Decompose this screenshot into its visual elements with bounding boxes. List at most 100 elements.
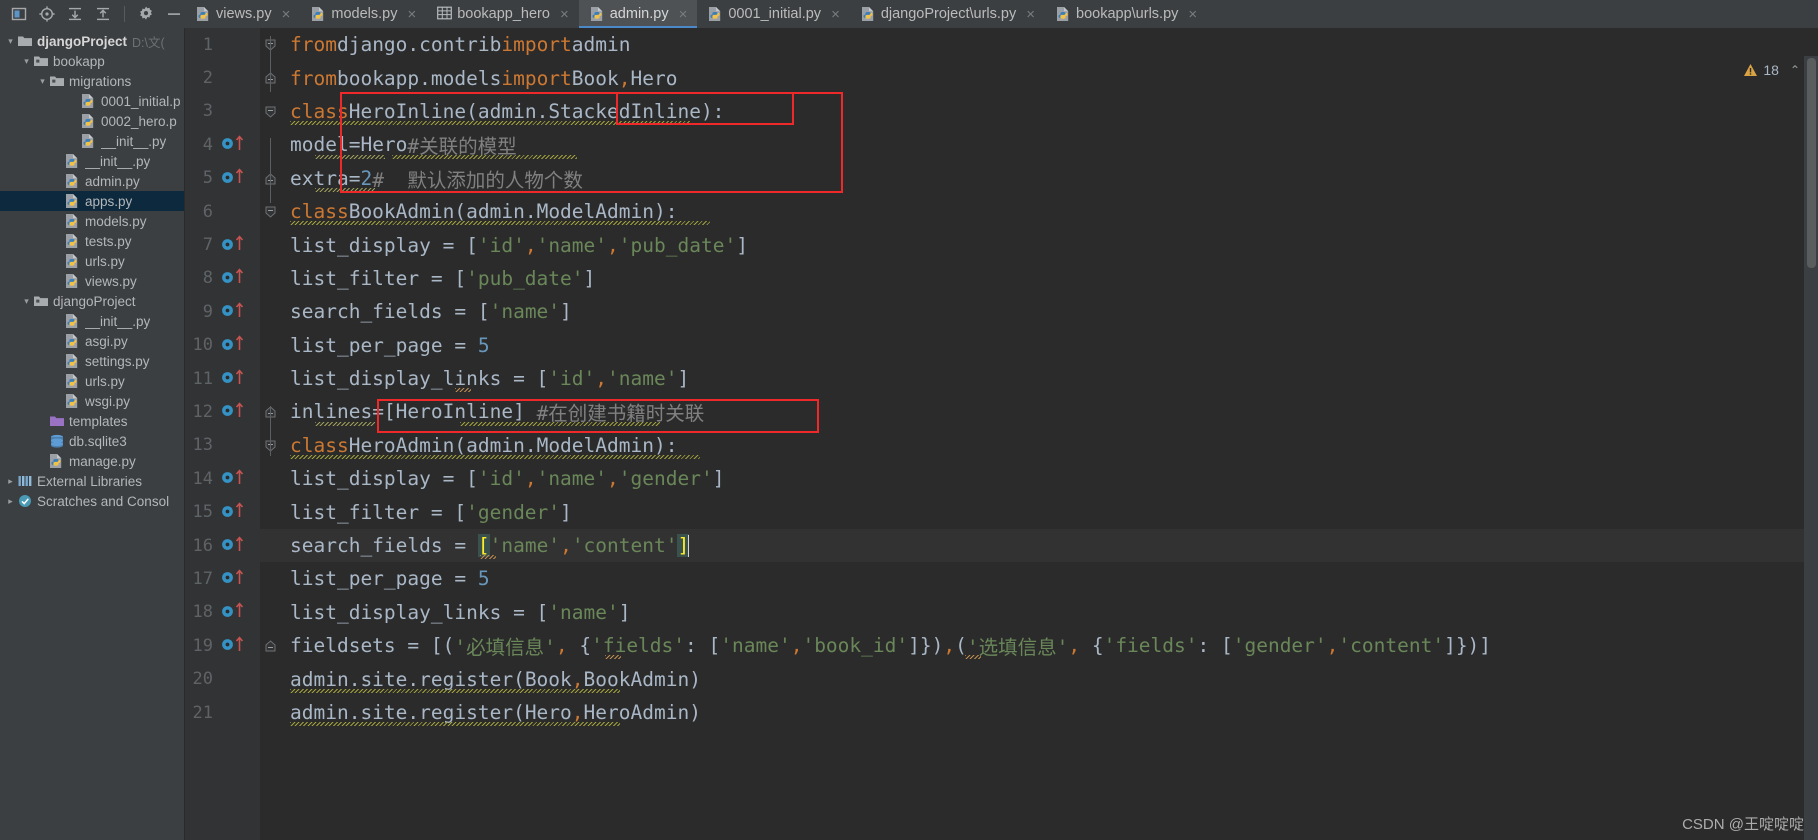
gutter-markers[interactable] — [219, 469, 245, 489]
run-gutter-icon[interactable] — [221, 336, 234, 355]
tree-item-djangoproject[interactable]: ▾ djangoProject — [0, 291, 184, 311]
expand-all-icon[interactable] — [66, 5, 84, 23]
gutter-line-9[interactable]: 9 — [185, 295, 260, 328]
tree-item-wsgi-py[interactable]: wsgi.py — [0, 391, 184, 411]
tree-item-__init__-py[interactable]: __init__.py — [0, 151, 184, 171]
tree-item-models-py[interactable]: models.py — [0, 211, 184, 231]
fold-collapse-icon[interactable] — [265, 206, 276, 218]
inspection-warning-indicator[interactable]: 18 ⌃ — [1743, 62, 1800, 78]
run-gutter-icon[interactable] — [221, 236, 234, 255]
run-gutter-icon[interactable] — [221, 402, 234, 421]
run-gutter-icon[interactable] — [221, 135, 234, 154]
code-line-17[interactable]: list_per_page = 5 — [260, 562, 1818, 595]
gutter-markers[interactable] — [219, 636, 245, 656]
tree-item-apps-py[interactable]: apps.py — [0, 191, 184, 211]
tree-item-tests-py[interactable]: tests.py — [0, 231, 184, 251]
gutter-line-5[interactable]: 5 — [185, 162, 260, 195]
code-line-4[interactable]: model = Hero #关联的模型 — [260, 128, 1818, 161]
code-line-8[interactable]: list_filter = ['pub_date'] — [260, 262, 1818, 295]
run-gutter-icon[interactable] — [221, 169, 234, 188]
override-arrow-icon[interactable] — [235, 168, 244, 188]
override-arrow-icon[interactable] — [235, 402, 244, 422]
gear-icon[interactable] — [137, 5, 155, 23]
gutter-line-19[interactable]: 19 — [185, 629, 260, 662]
gutter-line-14[interactable]: 14 — [185, 462, 260, 495]
editor-tab-0001_initial-py[interactable]: 0001_initial.py × — [697, 0, 849, 28]
gutter-line-12[interactable]: 12 — [185, 395, 260, 428]
gutter-markers[interactable] — [219, 235, 245, 255]
run-gutter-icon[interactable] — [221, 569, 234, 588]
override-arrow-icon[interactable] — [235, 268, 244, 288]
override-arrow-icon[interactable] — [235, 469, 244, 489]
project-tree[interactable]: ▾ djangoProject D:\文(▾ bookapp ▾ migrations 00… — [0, 28, 185, 840]
run-gutter-icon[interactable] — [221, 503, 234, 522]
gutter-line-13[interactable]: 13 — [185, 429, 260, 462]
chevron-right-icon[interactable]: ▸ — [4, 476, 17, 487]
tree-item-admin-py[interactable]: admin.py — [0, 171, 184, 191]
close-icon[interactable]: × — [831, 7, 840, 22]
editor-tab-djangoproject-urls-py[interactable]: djangoProject\urls.py × — [850, 0, 1045, 28]
gutter-line-7[interactable]: 7 — [185, 228, 260, 261]
code-line-21[interactable]: admin.site.register(Hero, HeroAdmin) — [260, 696, 1818, 729]
code-line-12[interactable]: inlines =[HeroInline] #在创建书籍时关联 — [260, 395, 1818, 428]
chevron-down-icon[interactable]: ▾ — [36, 76, 49, 87]
close-icon[interactable]: × — [407, 7, 416, 22]
gutter-line-20[interactable]: 20 — [185, 662, 260, 695]
run-gutter-icon[interactable] — [221, 603, 234, 622]
run-gutter-icon[interactable] — [221, 636, 234, 655]
gutter-line-18[interactable]: 18 — [185, 596, 260, 629]
tree-item-__init__-py[interactable]: __init__.py — [0, 311, 184, 331]
chevron-down-icon[interactable]: ▾ — [20, 56, 33, 67]
code-line-11[interactable]: list_display_links = ['id','name'] — [260, 362, 1818, 395]
gutter-markers[interactable] — [219, 335, 245, 355]
override-arrow-icon[interactable] — [235, 302, 244, 322]
override-arrow-icon[interactable] — [235, 235, 244, 255]
override-arrow-icon[interactable] — [235, 335, 244, 355]
run-gutter-icon[interactable] — [221, 269, 234, 288]
override-arrow-icon[interactable] — [235, 135, 244, 155]
tree-item-djangoproject[interactable]: ▾ djangoProject D:\文( — [0, 31, 184, 51]
tree-item-__init__-py[interactable]: __init__.py — [0, 131, 184, 151]
chevron-up-icon[interactable]: ⌃ — [1790, 63, 1800, 77]
minimize-icon[interactable] — [165, 5, 183, 23]
code-line-15[interactable]: list_filter = ['gender'] — [260, 495, 1818, 528]
gutter-markers[interactable] — [219, 168, 245, 188]
tree-item-scratches-and-consol[interactable]: ▸ Scratches and Consol — [0, 491, 184, 511]
gutter-line-16[interactable]: 16 — [185, 529, 260, 562]
code-line-13[interactable]: class HeroAdmin(admin. ModelAdmin): — [260, 429, 1818, 462]
override-arrow-icon[interactable] — [235, 535, 244, 556]
chevron-down-icon[interactable]: ▾ — [20, 296, 33, 307]
gutter-markers[interactable] — [219, 302, 245, 322]
gutter-line-2[interactable]: 2 — [185, 61, 260, 94]
gutter-markers[interactable] — [219, 402, 245, 422]
editor-tab-models-py[interactable]: models.py × — [300, 0, 426, 28]
override-arrow-icon[interactable] — [235, 602, 244, 622]
close-icon[interactable]: × — [282, 7, 291, 22]
tree-item-0002_hero-p[interactable]: 0002_hero.p — [0, 111, 184, 131]
code-line-6[interactable]: class BookAdmin(admin. ModelAdmin): — [260, 195, 1818, 228]
gutter-line-17[interactable]: 17 — [185, 562, 260, 595]
close-icon[interactable]: × — [560, 7, 569, 22]
code-line-14[interactable]: list_display = ['id', 'name', 'gender'] — [260, 462, 1818, 495]
close-icon[interactable]: × — [1188, 7, 1197, 22]
chevron-down-icon[interactable]: ▾ — [4, 36, 17, 47]
tree-item-templates[interactable]: templates — [0, 411, 184, 431]
gutter-line-6[interactable]: 6 — [185, 195, 260, 228]
gutter-markers[interactable] — [219, 535, 245, 556]
gutter-line-21[interactable]: 21 — [185, 696, 260, 729]
scrollbar-thumb[interactable] — [1807, 58, 1816, 268]
tree-item-urls-py[interactable]: urls.py — [0, 251, 184, 271]
gutter-markers[interactable] — [219, 569, 245, 589]
code-line-20[interactable]: admin.site.register(Book, BookAdmin) — [260, 662, 1818, 695]
gutter-line-15[interactable]: 15 — [185, 495, 260, 528]
override-arrow-icon[interactable] — [235, 569, 244, 589]
fold-collapse-icon[interactable] — [265, 106, 276, 118]
editor-gutter[interactable]: 1 2 3 4 5 6 7 8 9 10 11 12 13 14 15 16 17 18 19 20 21 — [185, 28, 260, 840]
collapse-all-icon[interactable] — [94, 5, 112, 23]
close-icon[interactable]: × — [1026, 7, 1035, 22]
editor-tab-admin-py[interactable]: admin.py × — [578, 0, 698, 28]
tree-item-manage-py[interactable]: manage.py — [0, 451, 184, 471]
run-gutter-icon[interactable] — [221, 369, 234, 388]
gutter-line-10[interactable]: 10 — [185, 329, 260, 362]
tree-item-asgi-py[interactable]: asgi.py — [0, 331, 184, 351]
